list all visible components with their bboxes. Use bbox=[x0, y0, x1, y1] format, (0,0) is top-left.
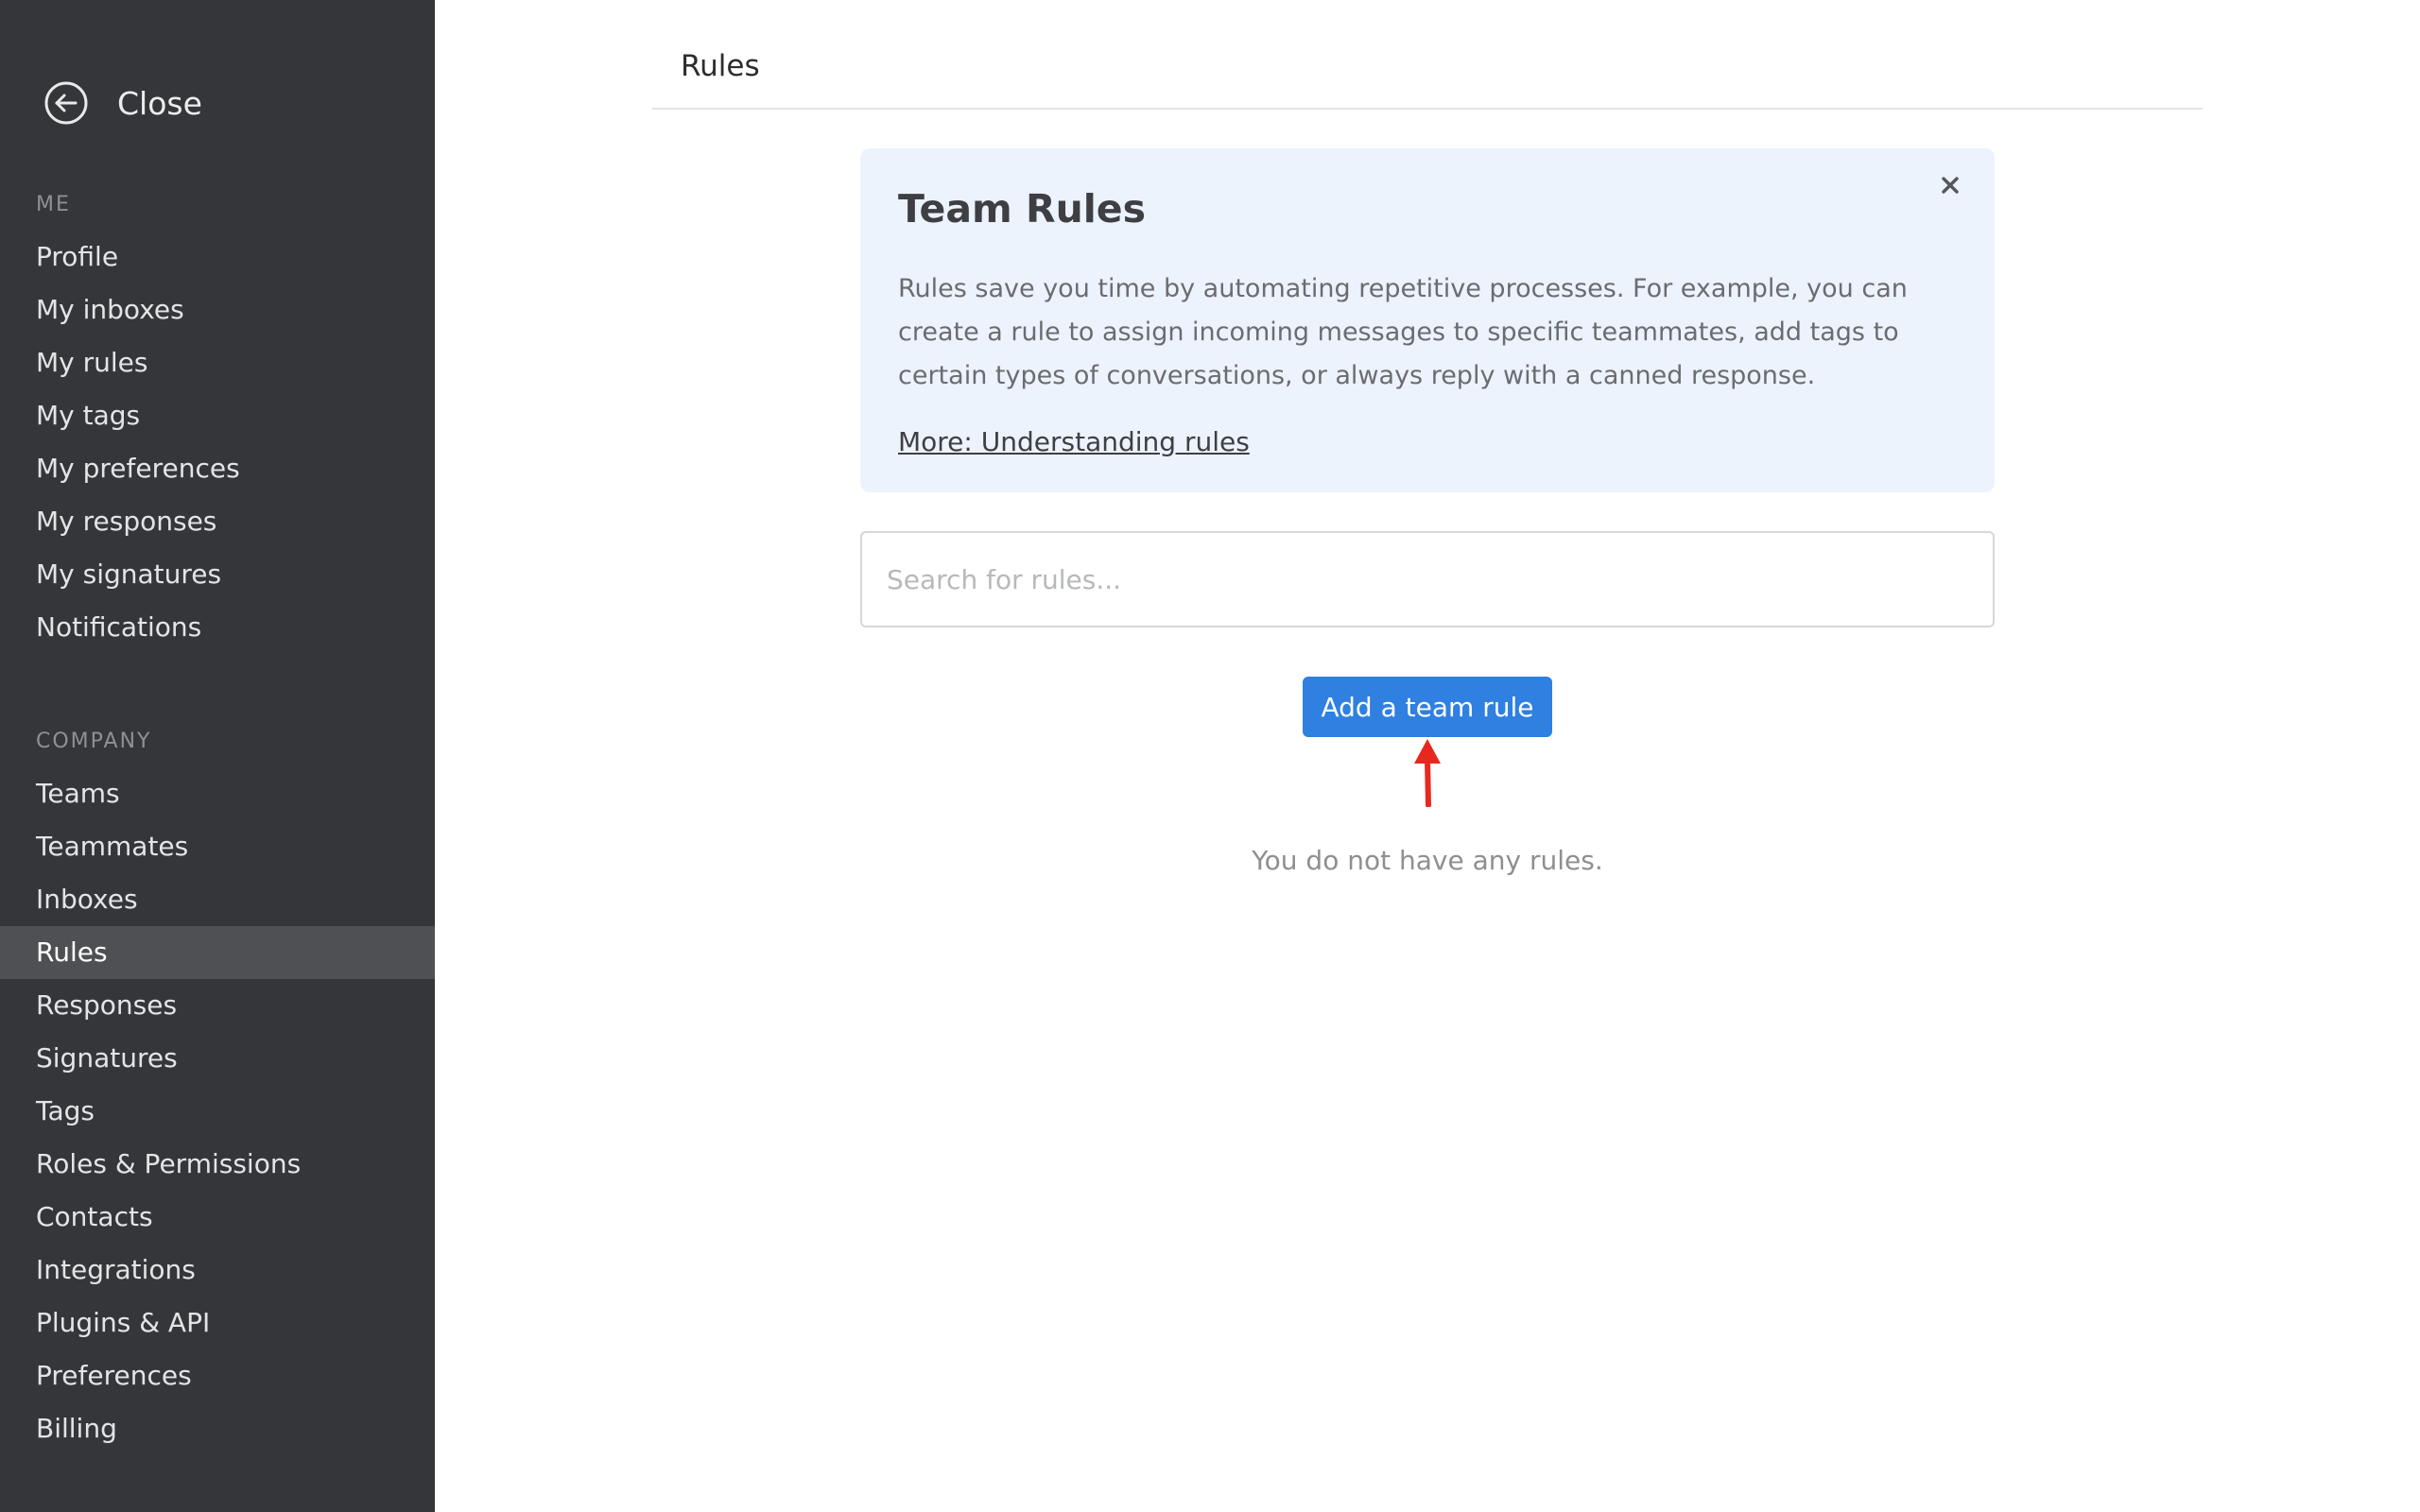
red-arrow-annotation-icon bbox=[1414, 739, 1441, 807]
arrow-left-circle-icon bbox=[44, 81, 88, 125]
info-card-description: Rules save you time by automating repeti… bbox=[898, 274, 1908, 390]
sidebar-item-notifications[interactable]: Notifications bbox=[0, 601, 435, 654]
settings-sidebar: Close ME Profile My inboxes My rules My tag… bbox=[0, 0, 435, 1512]
page-header: Rules bbox=[652, 0, 2203, 110]
team-rules-info-card: Team Rules Rules save you time by automa… bbox=[860, 148, 1995, 492]
sidebar-item-my-rules[interactable]: My rules bbox=[0, 336, 435, 389]
sidebar-item-profile[interactable]: Profile bbox=[0, 231, 435, 284]
company-nav-list: Teams Teammates Inboxes Rules Responses Signa… bbox=[0, 767, 435, 1455]
sidebar-item-roles-permissions[interactable]: Roles & Permissions bbox=[0, 1138, 435, 1191]
me-nav-list: Profile My inboxes My rules My tags My prefe… bbox=[0, 231, 435, 654]
sidebar-item-teammates[interactable]: Teammates bbox=[0, 820, 435, 873]
sidebar-item-my-signatures[interactable]: My signatures bbox=[0, 548, 435, 601]
section-heading-company: COMPANY bbox=[36, 730, 152, 753]
sidebar-item-tags[interactable]: Tags bbox=[0, 1085, 435, 1138]
sidebar-item-integrations[interactable]: Integrations bbox=[0, 1244, 435, 1297]
sidebar-item-rules[interactable]: Rules bbox=[0, 926, 435, 979]
app-window: Close ME Profile My inboxes My rules My tag… bbox=[0, 0, 2420, 1512]
sidebar-item-my-responses[interactable]: My responses bbox=[0, 495, 435, 548]
add-team-rule-button[interactable]: Add a team rule bbox=[1303, 677, 1552, 737]
sidebar-item-preferences[interactable]: Preferences bbox=[0, 1349, 435, 1402]
close-settings-button[interactable]: Close bbox=[43, 77, 202, 129]
sidebar-item-responses[interactable]: Responses bbox=[0, 979, 435, 1032]
sidebar-item-billing[interactable]: Billing bbox=[0, 1402, 435, 1455]
search-rules-input[interactable] bbox=[860, 531, 1995, 627]
x-close-icon[interactable] bbox=[1934, 169, 1966, 201]
info-card-title: Team Rules bbox=[898, 186, 1147, 232]
page-title: Rules bbox=[681, 49, 760, 83]
main-content: Rules Team Rules Rules save you time by … bbox=[435, 0, 2420, 1512]
section-heading-me: ME bbox=[36, 193, 71, 216]
sidebar-item-plugins-api[interactable]: Plugins & API bbox=[0, 1297, 435, 1349]
sidebar-item-teams[interactable]: Teams bbox=[0, 767, 435, 820]
sidebar-item-my-preferences[interactable]: My preferences bbox=[0, 442, 435, 495]
close-label: Close bbox=[117, 84, 202, 122]
sidebar-item-inboxes[interactable]: Inboxes bbox=[0, 873, 435, 926]
understanding-rules-link[interactable]: More: Understanding rules bbox=[898, 426, 1250, 457]
sidebar-item-my-inboxes[interactable]: My inboxes bbox=[0, 284, 435, 336]
sidebar-item-contacts[interactable]: Contacts bbox=[0, 1191, 435, 1244]
empty-state-message: You do not have any rules. bbox=[1252, 845, 1603, 876]
sidebar-item-my-tags[interactable]: My tags bbox=[0, 389, 435, 442]
sidebar-item-signatures[interactable]: Signatures bbox=[0, 1032, 435, 1085]
